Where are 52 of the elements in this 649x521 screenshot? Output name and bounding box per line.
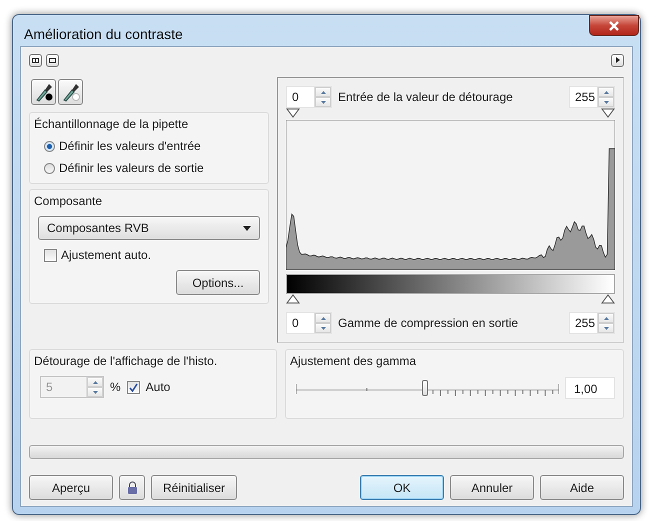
caret-icon bbox=[243, 226, 251, 230]
up-arrow-icon[interactable] bbox=[320, 316, 326, 320]
field-label: Entrée de la valeur de détourage bbox=[338, 90, 514, 104]
expand-button[interactable] bbox=[611, 54, 624, 66]
eyedropper-icon bbox=[62, 82, 80, 102]
up-arrow-icon[interactable] bbox=[92, 380, 98, 384]
play-arrow-icon bbox=[616, 57, 620, 63]
up-arrow-icon[interactable] bbox=[320, 90, 326, 94]
eyedropper-button[interactable] bbox=[58, 79, 83, 105]
radio-label: Définir les valeurs d'entrée bbox=[59, 139, 201, 153]
reset-button[interactable]: Réinitialiser bbox=[151, 475, 237, 500]
down-arrow-icon[interactable] bbox=[604, 100, 608, 104]
eyedropper-button[interactable] bbox=[31, 79, 56, 105]
gamma-value-field[interactable]: 1,00 bbox=[565, 377, 615, 399]
dialog-button[interactable]: OK bbox=[360, 475, 444, 500]
radio-button[interactable] bbox=[44, 140, 55, 152]
down-arrow-icon[interactable] bbox=[320, 100, 326, 104]
lock-button[interactable] bbox=[119, 475, 145, 500]
radio-button[interactable] bbox=[44, 162, 55, 174]
down-arrow-icon[interactable] bbox=[92, 390, 98, 394]
up-arrow-icon[interactable] bbox=[604, 316, 608, 320]
group-title: Détourage de l'affichage de l'histo. bbox=[34, 354, 218, 368]
field-label: Gamme de compression en sortie bbox=[338, 316, 520, 330]
spin-field[interactable]: 255 bbox=[569, 312, 615, 334]
single-view-icon bbox=[49, 58, 56, 62]
group-title: Ajustement des gamma bbox=[290, 354, 418, 368]
checkmark-icon bbox=[128, 382, 138, 392]
preview-button[interactable]: Aperçu bbox=[29, 475, 113, 500]
down-arrow-icon[interactable] bbox=[604, 326, 608, 330]
spin-field[interactable]: 0 bbox=[286, 312, 332, 334]
unit-label: % bbox=[110, 380, 121, 394]
single-view-button[interactable] bbox=[46, 54, 59, 66]
component-dropdown[interactable]: Composantes RVB bbox=[38, 216, 260, 240]
options-button[interactable]: Options... bbox=[176, 270, 260, 295]
down-arrow-icon[interactable] bbox=[320, 326, 326, 330]
close-icon bbox=[608, 20, 620, 30]
slider-thumb[interactable] bbox=[422, 380, 428, 396]
group-title: Échantillonnage de la pipette bbox=[34, 117, 190, 131]
split-view-icon bbox=[32, 58, 39, 62]
up-arrow-icon[interactable] bbox=[604, 90, 608, 94]
checkbox-label: Auto bbox=[146, 380, 170, 394]
lock-icon bbox=[126, 481, 138, 494]
split-view-button[interactable] bbox=[29, 54, 42, 66]
dialog-button[interactable]: Annuler bbox=[450, 475, 534, 500]
dialog-button[interactable]: Aide bbox=[540, 475, 624, 500]
group-title: Composante bbox=[34, 194, 104, 208]
checkbox-label: Ajustement auto. bbox=[61, 248, 152, 262]
eyedropper-icon bbox=[34, 82, 52, 102]
window-title: Amélioration du contraste bbox=[24, 26, 183, 42]
checkbox[interactable] bbox=[44, 248, 57, 262]
close-button[interactable] bbox=[589, 15, 639, 36]
radio-label: Définir les valeurs de sortie bbox=[59, 161, 204, 175]
